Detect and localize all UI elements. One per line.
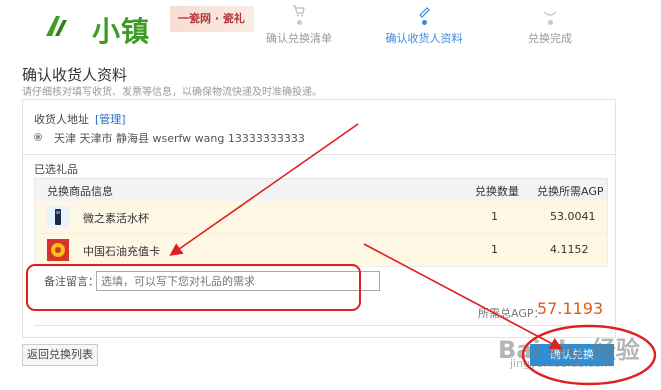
annotation-arrow: [169, 123, 359, 256]
annotation-overlay: [26, 123, 657, 386]
annotation-circle: [521, 324, 657, 386]
annotation-box: [26, 264, 361, 311]
annotation-arrow: [363, 243, 563, 350]
